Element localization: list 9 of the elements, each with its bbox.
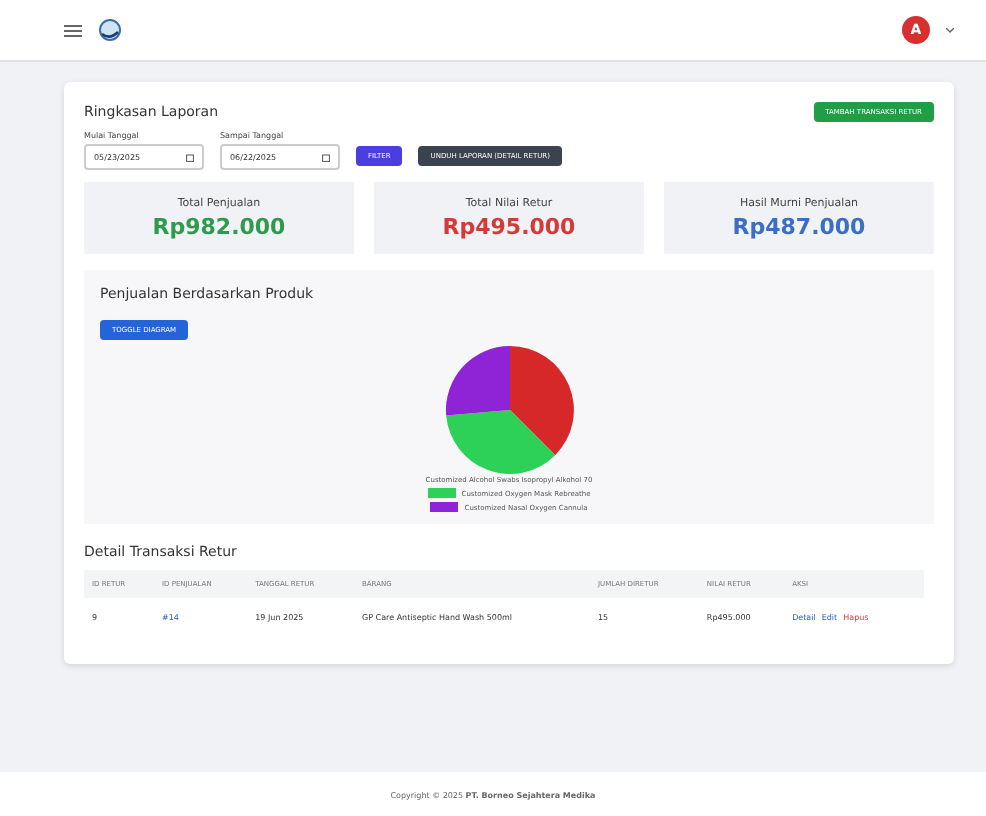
stat-value: Rp487.000 [732, 213, 866, 239]
pie-chart-drawing [443, 344, 575, 476]
stat-value: Rp495.000 [442, 213, 576, 239]
calendar-icon[interactable] [322, 153, 330, 161]
caret-icon[interactable] [946, 27, 954, 33]
menu-icon[interactable] [64, 23, 82, 37]
calendar-icon[interactable] [186, 153, 194, 161]
logo-icon [98, 18, 122, 42]
stat-value: Rp982.000 [152, 213, 286, 239]
